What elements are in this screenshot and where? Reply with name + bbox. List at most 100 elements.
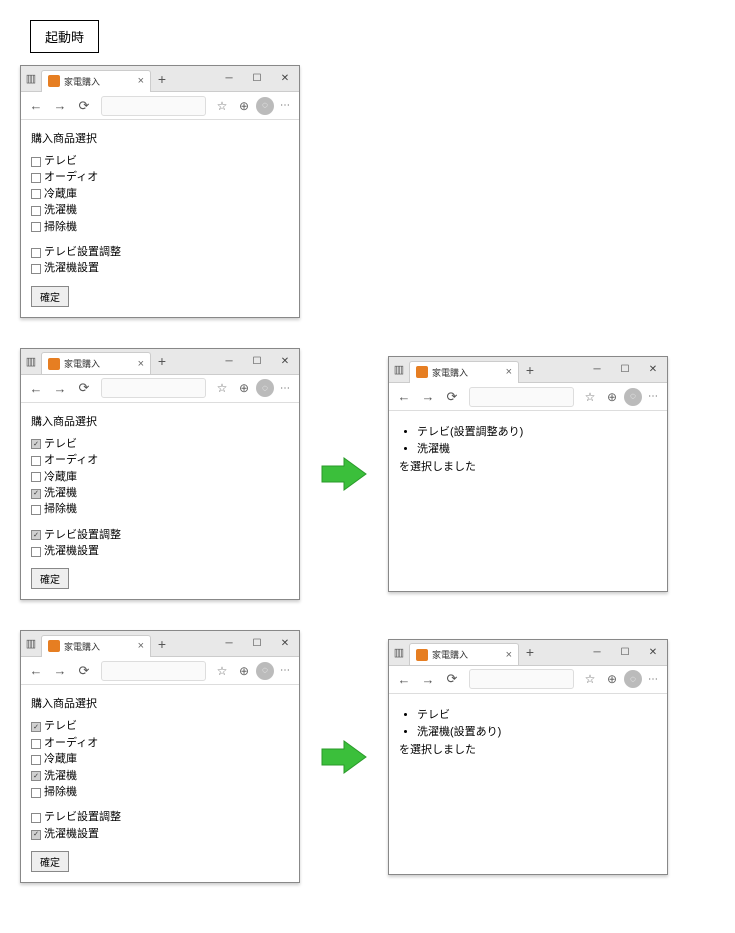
- checkbox[interactable]: [31, 505, 41, 515]
- favorites-icon[interactable]: ☆: [580, 387, 600, 407]
- favorites-icon[interactable]: ☆: [580, 669, 600, 689]
- favorites-icon[interactable]: ☆: [212, 378, 232, 398]
- tab-close-icon[interactable]: ×: [138, 640, 144, 652]
- menu-button[interactable]: ⋯: [276, 665, 295, 676]
- tab-close-icon[interactable]: ×: [138, 358, 144, 370]
- browser-tab[interactable]: 家電購入 ×: [41, 352, 151, 374]
- browser-tab[interactable]: 家電購入 ×: [41, 70, 151, 92]
- menu-button[interactable]: ⋯: [276, 100, 295, 111]
- back-button[interactable]: ←: [25, 660, 47, 682]
- forward-button[interactable]: →: [49, 377, 71, 399]
- profile-avatar[interactable]: ◌: [256, 97, 274, 115]
- profile-avatar[interactable]: ◌: [624, 670, 642, 688]
- address-bar[interactable]: [469, 387, 574, 407]
- collections-icon[interactable]: ⊕: [234, 96, 254, 116]
- titlebar: ▥ 家電購入 × + ─ ☐ ✕: [389, 357, 667, 383]
- profile-avatar[interactable]: ◌: [624, 388, 642, 406]
- forward-button[interactable]: →: [417, 386, 439, 408]
- address-bar[interactable]: [101, 661, 206, 681]
- checkbox[interactable]: [31, 248, 41, 258]
- checkbox[interactable]: [31, 530, 41, 540]
- tabs-icon[interactable]: ▥: [21, 72, 41, 85]
- browser-tab[interactable]: 家電購入 ×: [409, 361, 519, 383]
- checkbox[interactable]: [31, 439, 41, 449]
- tab-close-icon[interactable]: ×: [506, 366, 512, 378]
- close-button[interactable]: ✕: [271, 631, 299, 657]
- checkbox[interactable]: [31, 189, 41, 199]
- minimize-button[interactable]: ─: [583, 357, 611, 383]
- minimize-button[interactable]: ─: [215, 66, 243, 92]
- tabs-icon[interactable]: ▥: [389, 646, 409, 659]
- forward-button[interactable]: →: [49, 95, 71, 117]
- reload-button[interactable]: ⟳: [441, 386, 463, 408]
- menu-button[interactable]: ⋯: [644, 391, 663, 402]
- collections-icon[interactable]: ⊕: [234, 661, 254, 681]
- tab-close-icon[interactable]: ×: [506, 649, 512, 661]
- checkbox[interactable]: [31, 222, 41, 232]
- new-tab-button[interactable]: +: [151, 636, 173, 652]
- back-button[interactable]: ←: [393, 668, 415, 690]
- reload-button[interactable]: ⟳: [73, 95, 95, 117]
- forward-button[interactable]: →: [417, 668, 439, 690]
- confirm-button[interactable]: 確定: [31, 568, 69, 589]
- tabs-icon[interactable]: ▥: [21, 637, 41, 650]
- minimize-button[interactable]: ─: [215, 631, 243, 657]
- checkbox[interactable]: [31, 830, 41, 840]
- checkbox[interactable]: [31, 157, 41, 167]
- checkbox[interactable]: [31, 206, 41, 216]
- minimize-button[interactable]: ─: [215, 348, 243, 374]
- confirm-button[interactable]: 確定: [31, 286, 69, 307]
- new-tab-button[interactable]: +: [519, 644, 541, 660]
- close-button[interactable]: ✕: [639, 357, 667, 383]
- forward-button[interactable]: →: [49, 660, 71, 682]
- checkbox[interactable]: [31, 813, 41, 823]
- checkbox[interactable]: [31, 722, 41, 732]
- back-button[interactable]: ←: [25, 95, 47, 117]
- profile-avatar[interactable]: ◌: [256, 379, 274, 397]
- checkbox[interactable]: [31, 264, 41, 274]
- checkbox[interactable]: [31, 456, 41, 466]
- address-bar[interactable]: [101, 378, 206, 398]
- new-tab-button[interactable]: +: [151, 71, 173, 87]
- browser-tab[interactable]: 家電購入 ×: [41, 635, 151, 657]
- maximize-button[interactable]: ☐: [243, 348, 271, 374]
- reload-button[interactable]: ⟳: [441, 668, 463, 690]
- address-bar[interactable]: [101, 96, 206, 116]
- collections-icon[interactable]: ⊕: [602, 669, 622, 689]
- new-tab-button[interactable]: +: [519, 362, 541, 378]
- confirm-button[interactable]: 確定: [31, 851, 69, 872]
- favorites-icon[interactable]: ☆: [212, 661, 232, 681]
- menu-button[interactable]: ⋯: [644, 674, 663, 685]
- back-button[interactable]: ←: [25, 377, 47, 399]
- browser-tab[interactable]: 家電購入 ×: [409, 643, 519, 665]
- collections-icon[interactable]: ⊕: [234, 378, 254, 398]
- tabs-icon[interactable]: ▥: [389, 363, 409, 376]
- back-button[interactable]: ←: [393, 386, 415, 408]
- maximize-button[interactable]: ☐: [243, 631, 271, 657]
- checkbox[interactable]: [31, 755, 41, 765]
- profile-avatar[interactable]: ◌: [256, 662, 274, 680]
- close-button[interactable]: ✕: [271, 348, 299, 374]
- favorites-icon[interactable]: ☆: [212, 96, 232, 116]
- maximize-button[interactable]: ☐: [611, 639, 639, 665]
- address-bar[interactable]: [469, 669, 574, 689]
- minimize-button[interactable]: ─: [583, 639, 611, 665]
- maximize-button[interactable]: ☐: [243, 66, 271, 92]
- checkbox[interactable]: [31, 489, 41, 499]
- maximize-button[interactable]: ☐: [611, 357, 639, 383]
- reload-button[interactable]: ⟳: [73, 377, 95, 399]
- new-tab-button[interactable]: +: [151, 353, 173, 369]
- checkbox[interactable]: [31, 472, 41, 482]
- checkbox[interactable]: [31, 788, 41, 798]
- collections-icon[interactable]: ⊕: [602, 387, 622, 407]
- checkbox[interactable]: [31, 739, 41, 749]
- checkbox[interactable]: [31, 547, 41, 557]
- checkbox[interactable]: [31, 771, 41, 781]
- tabs-icon[interactable]: ▥: [21, 355, 41, 368]
- reload-button[interactable]: ⟳: [73, 660, 95, 682]
- menu-button[interactable]: ⋯: [276, 383, 295, 394]
- checkbox[interactable]: [31, 173, 41, 183]
- tab-close-icon[interactable]: ×: [138, 75, 144, 87]
- close-button[interactable]: ✕: [271, 66, 299, 92]
- close-button[interactable]: ✕: [639, 639, 667, 665]
